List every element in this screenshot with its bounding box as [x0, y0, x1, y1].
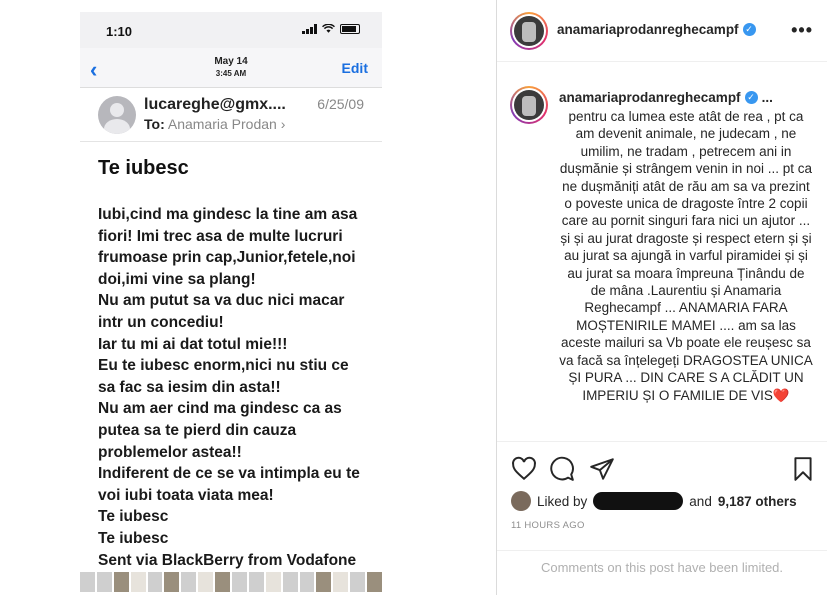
email-line: Nu am aer cind ma gindesc ca as: [98, 400, 342, 418]
chevron-right-icon: ›: [280, 116, 286, 132]
mail-nav-bar: ‹ May 14 3:45 AM Edit: [80, 48, 382, 88]
author-username[interactable]: anamariaprodanreghecampf: [557, 22, 739, 37]
email-line: Iubi,cind ma gindesc la tine am asa: [98, 206, 358, 223]
status-time: 1:10: [106, 24, 133, 39]
email-header: lucareghe@gmx.... 6/25/09 To: Anamaria P…: [80, 90, 382, 142]
post-sidebar: anamariaprodanreghecampf ✓ ••• anamariap…: [497, 0, 827, 595]
battery-icon: [340, 24, 360, 34]
like-heart-icon[interactable]: [511, 456, 537, 482]
email-line: voi iubi toata viata mea!: [98, 486, 274, 504]
phone-status-bar: 1:10: [80, 12, 382, 48]
sender-avatar-icon: [98, 96, 136, 134]
instagram-post-view: 1:10 ‹ May 14 3:45 AM Edit lucareghe@gmx…: [0, 0, 827, 595]
edit-label: Edit: [341, 60, 368, 76]
email-line: Sent via BlackBerry from Vodafone: [98, 551, 357, 569]
author-avatar[interactable]: [510, 12, 548, 50]
post-timestamp[interactable]: 11 HOURS AGO: [511, 520, 585, 531]
email-line: putea sa te pierd din cauza: [98, 421, 297, 439]
email-line: Eu te iubesc enorm,nici nu stiu ce: [98, 357, 349, 375]
email-line: sa fac sa iesim din asta!!: [98, 378, 281, 396]
post-header: anamariaprodanreghecampf ✓ •••: [497, 0, 827, 62]
email-date: 6/25/09: [317, 96, 364, 112]
liker-avatar[interactable]: [511, 491, 531, 511]
liked-and-label: and: [689, 493, 712, 509]
wifi-icon: [322, 24, 335, 33]
verified-badge-icon: ✓: [744, 91, 758, 104]
redacted-name: [593, 492, 684, 510]
share-icon[interactable]: [589, 456, 615, 482]
comment-icon[interactable]: [549, 456, 575, 482]
email-line: fiori! Imi trec asa de multe lucruri: [98, 227, 343, 245]
thumbnail-strip: [80, 572, 382, 592]
signal-icon: [302, 24, 317, 34]
email-line: Te iubesc: [98, 508, 169, 526]
email-line: frumoase prin cap,Junior,fetele,noi: [98, 249, 356, 267]
nav-date: May 14: [214, 56, 248, 67]
email-body: Iubi,cind ma gindesc la tine am asa fior…: [98, 204, 378, 571]
email-line: Nu am putut sa va duc nici macar: [98, 292, 345, 310]
bookmark-icon[interactable]: [790, 456, 816, 482]
email-line: Te iubesc: [98, 529, 169, 547]
caption-ellipsis: ...: [761, 90, 773, 105]
email-screenshot: 1:10 ‹ May 14 3:45 AM Edit lucareghe@gmx…: [80, 12, 382, 592]
email-line: doi,imi vine sa plang!: [98, 270, 256, 288]
email-line: Indiferent de ce se va intimpla eu te: [98, 465, 360, 483]
caption-avatar[interactable]: [510, 86, 548, 124]
post-image: 1:10 ‹ May 14 3:45 AM Edit lucareghe@gmx…: [0, 0, 497, 595]
email-sender: lucareghe@gmx....: [144, 96, 286, 113]
comments-limited-notice: Comments on this post have been limited.: [497, 550, 827, 595]
email-recipient: To: Anamaria Prodan ›: [144, 116, 286, 132]
email-line: Iar tu mi ai dat totul mie!!!: [98, 335, 288, 353]
email-subject: Te iubesc: [98, 157, 189, 179]
caption-text: pentru ca lumea este atât de rea , pt ca…: [559, 109, 813, 403]
more-options-icon[interactable]: •••: [791, 20, 813, 41]
verified-badge-icon: ✓: [742, 23, 756, 36]
caption: anamariaprodanreghecampf ✓ ... pentru ca…: [497, 84, 827, 440]
caption-username[interactable]: anamariaprodanreghecampf: [559, 90, 741, 105]
email-line: problemelor astea!!: [98, 443, 242, 461]
liked-by-label: Liked by: [537, 493, 588, 509]
nav-time: 3:45 AM: [215, 69, 247, 78]
email-line: intr un concediu!: [98, 313, 224, 331]
likes-summary: Liked by and 9,187 others: [511, 490, 797, 512]
likes-count[interactable]: 9,187 others: [718, 494, 797, 509]
